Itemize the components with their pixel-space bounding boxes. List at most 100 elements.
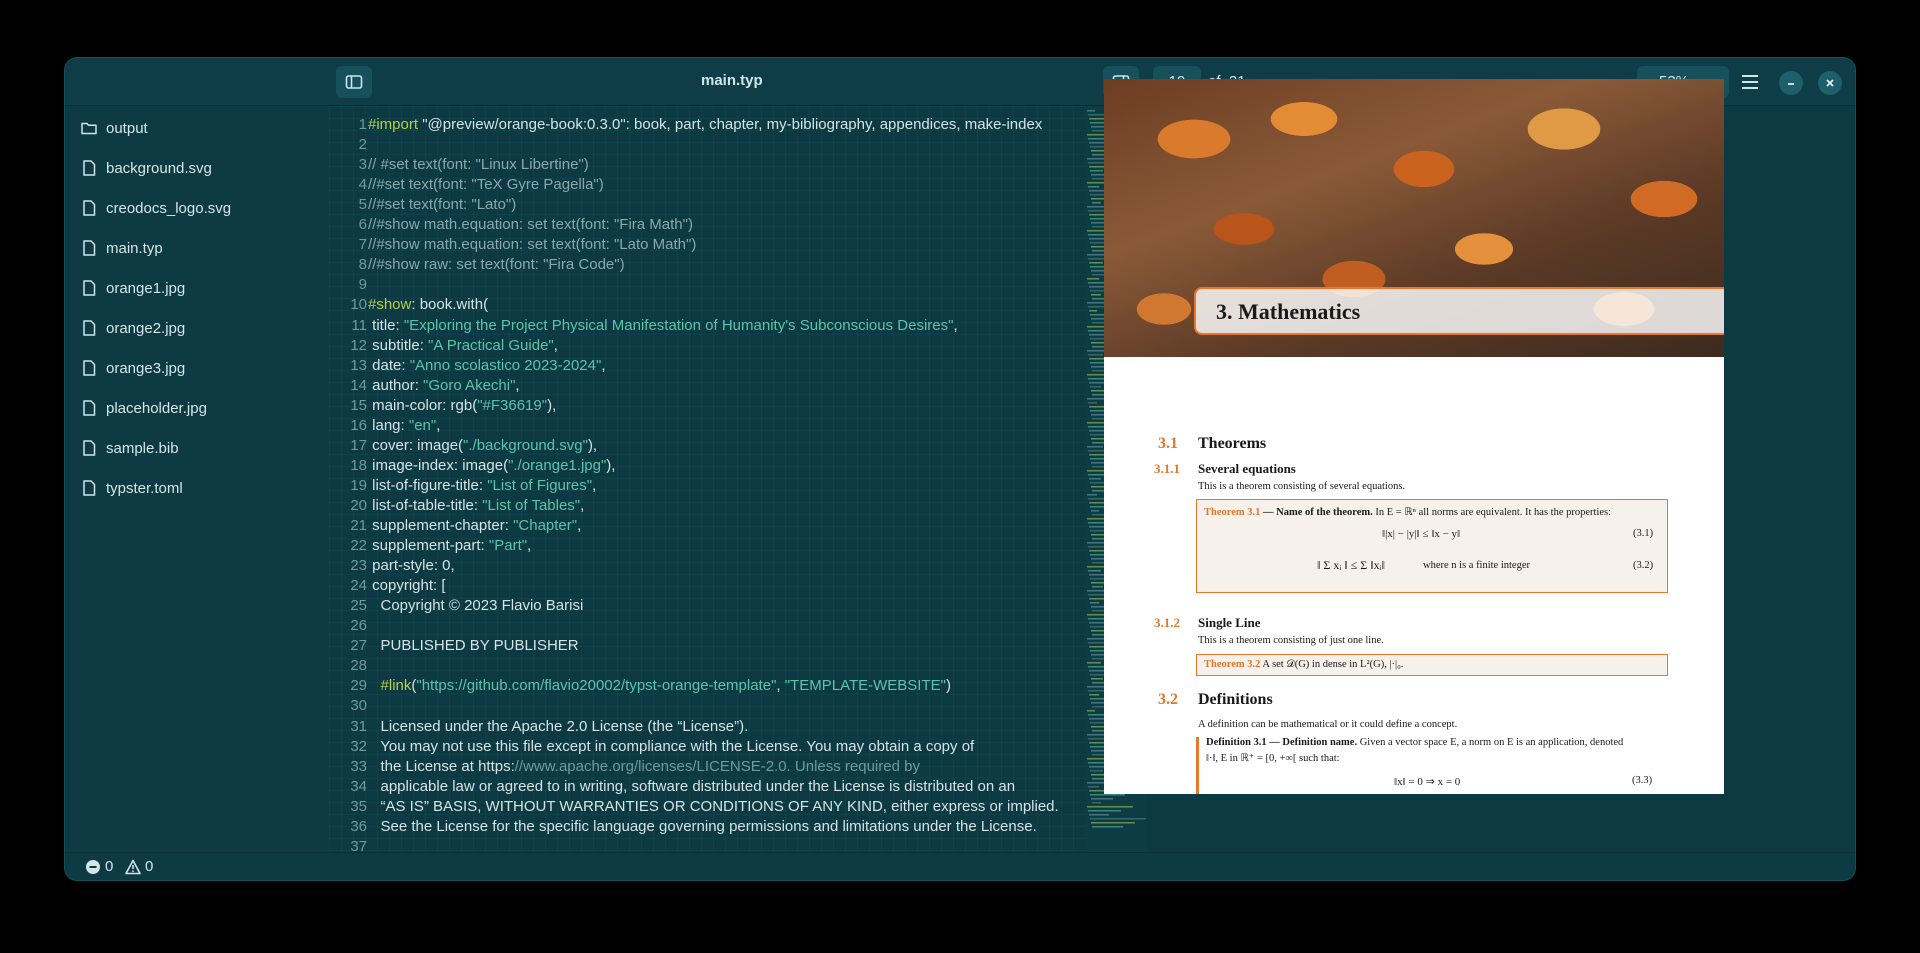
subsection-number: 3.1.1 bbox=[1154, 461, 1180, 476]
code-token: list-of-table-title: bbox=[368, 496, 483, 514]
toggle-sidebar-button[interactable] bbox=[336, 66, 372, 98]
code-line: Copyright © 2023 Flavio Barisi bbox=[368, 597, 584, 614]
definition-line: Definition 3.1 — Definition name. Given … bbox=[1206, 737, 1624, 748]
line-number: 29 bbox=[350, 677, 367, 695]
close-button[interactable] bbox=[1818, 71, 1842, 95]
code-line: //#set text(font: "Lato") bbox=[368, 196, 516, 213]
code-token: , bbox=[776, 677, 785, 695]
line-number: 32 bbox=[350, 737, 367, 755]
code-token: date: bbox=[368, 356, 410, 374]
line-number: 5 bbox=[358, 196, 367, 214]
code-token: "Part" bbox=[488, 537, 528, 555]
minimap-line bbox=[1092, 586, 1103, 588]
code-line: date: "Anno scolastico 2023-2024", bbox=[368, 357, 605, 374]
sidebar-item-file[interactable]: orange3.jpg bbox=[80, 356, 185, 380]
theorem-line: Theorem 3.1 — Name of the theorem. In E … bbox=[1204, 507, 1612, 518]
sidebar-item-file[interactable]: background.svg bbox=[80, 156, 212, 180]
code-token: //#set text(font: "TeX Gyre Pagella") bbox=[368, 176, 604, 194]
file-icon bbox=[83, 200, 96, 216]
minimap-line bbox=[1087, 710, 1095, 712]
error-icon bbox=[86, 859, 100, 874]
code-token: #import bbox=[368, 116, 419, 133]
sidebar-item-file[interactable]: orange1.jpg bbox=[80, 276, 185, 300]
equation-number: (3.1) bbox=[1633, 528, 1654, 539]
line-number: 8 bbox=[358, 256, 367, 274]
folder-icon bbox=[81, 122, 97, 135]
code-line: author: "Goro Akechi", bbox=[368, 377, 519, 394]
line-number: 33 bbox=[350, 757, 367, 775]
file-sidebar: output background.svg creodocs_logo.svgmai… bbox=[65, 106, 329, 852]
error-count[interactable]: 0 bbox=[85, 858, 113, 875]
minimap-line bbox=[1088, 570, 1101, 572]
code-token: main-color: rgb( bbox=[368, 396, 478, 414]
code-token: "A Practical Guide" bbox=[428, 336, 554, 354]
file-name: sample.bib bbox=[106, 439, 179, 457]
minimap-line bbox=[1092, 802, 1101, 804]
code-token: You may not use this file except in comp… bbox=[368, 737, 975, 755]
code-line: “AS IS” BASIS, WITHOUT WARRANTIES OR CON… bbox=[368, 798, 1059, 815]
equation: ‖ Σ xᵢ ‖ ≤ Σ ‖xᵢ‖ bbox=[1317, 558, 1385, 572]
paragraph: A definition can be mathematical or it c… bbox=[1198, 719, 1458, 730]
file-name: output bbox=[106, 119, 148, 137]
code-token: title: bbox=[368, 316, 404, 334]
line-number: 26 bbox=[350, 617, 367, 635]
code-token: : book.with( bbox=[411, 296, 489, 314]
code-line: title: "Exploring the Project Physical M… bbox=[368, 316, 957, 334]
line-number: 6 bbox=[358, 216, 367, 234]
code-token: "Anno scolastico 2023-2024" bbox=[409, 356, 602, 374]
code-token: //#show raw: set text(font: "Fira Code") bbox=[368, 256, 625, 274]
minimap-line bbox=[1091, 678, 1103, 680]
sidebar-item-file[interactable]: orange2.jpg bbox=[80, 316, 185, 340]
code-line: //#show raw: set text(font: "Fira Code") bbox=[368, 256, 625, 273]
status-bar: 0 0 bbox=[65, 852, 1855, 880]
code-line: cover: image("./background.svg"), bbox=[368, 437, 597, 454]
code-line: image-index: image("./orange1.jpg"), bbox=[368, 457, 615, 474]
line-number: 12 bbox=[350, 336, 367, 354]
section-number: 3.1 bbox=[1158, 435, 1178, 452]
error-count-value: 0 bbox=[105, 858, 114, 875]
minimap-line bbox=[1088, 810, 1121, 812]
code-token: "List of Figures" bbox=[487, 476, 593, 494]
minimize-button[interactable] bbox=[1779, 71, 1803, 95]
code-token: cover: image( bbox=[368, 436, 464, 454]
code-editor[interactable]: 1 2 3 4 5 6 7 8 9 10 11 12 13 14 15 16 17 18 19 20 21 22 23 24 2… bbox=[329, 106, 1146, 852]
chapter-cover-image: 3. Mathematics bbox=[1104, 79, 1724, 357]
code-token: , bbox=[527, 537, 532, 555]
warning-count[interactable]: 0 bbox=[125, 858, 153, 875]
code-line: #show: book.with( bbox=[368, 296, 488, 313]
minimap-line bbox=[1089, 694, 1099, 696]
minimap-line bbox=[1092, 202, 1101, 204]
file-name: orange3.jpg bbox=[106, 359, 186, 377]
sidebar-item-file[interactable]: typster.toml bbox=[80, 476, 183, 500]
code-token: ), bbox=[547, 396, 557, 414]
line-number: 1 bbox=[358, 116, 367, 133]
file-name: main.typ bbox=[106, 239, 163, 257]
line-number: 17 bbox=[350, 436, 367, 454]
code-line: part-style: 0, bbox=[368, 557, 455, 574]
sidebar-item-file[interactable]: main.typ bbox=[80, 236, 163, 260]
warning-icon bbox=[125, 859, 141, 874]
line-number: 20 bbox=[350, 496, 367, 514]
sidebar-item-file[interactable]: placeholder.jpg bbox=[80, 396, 207, 420]
minimap-line bbox=[1090, 386, 1101, 388]
sidebar-item-folder[interactable]: output bbox=[80, 116, 148, 140]
hamburger-menu-icon[interactable] bbox=[1739, 71, 1761, 93]
file-name: placeholder.jpg bbox=[106, 399, 207, 417]
sidebar-item-file[interactable]: sample.bib bbox=[80, 436, 179, 460]
section-number: 3.2 bbox=[1158, 691, 1178, 708]
line-number: 35 bbox=[350, 797, 367, 815]
code-token: //#show math.equation: set text(font: "F… bbox=[368, 216, 693, 234]
minimap-line bbox=[1088, 402, 1097, 404]
code-line: #link("https://github.com/flavio20002/ty… bbox=[368, 677, 951, 694]
code-line: //#set text(font: "TeX Gyre Pagella") bbox=[368, 176, 604, 193]
window-title: main.typ bbox=[701, 72, 763, 89]
minimap-line bbox=[1089, 310, 1097, 312]
line-number: 19 bbox=[350, 476, 367, 494]
code-token: // #set text(font: "Linux Libertine") bbox=[368, 156, 589, 174]
sidebar-item-file[interactable]: creodocs_logo.svg bbox=[80, 196, 231, 220]
minimap-line bbox=[1088, 786, 1099, 788]
code-line: main-color: rgb("#F36619"), bbox=[368, 397, 556, 414]
file-name: creodocs_logo.svg bbox=[106, 199, 232, 217]
code-token: "./background.svg" bbox=[463, 436, 588, 454]
section-title: Theorems bbox=[1198, 435, 1267, 452]
